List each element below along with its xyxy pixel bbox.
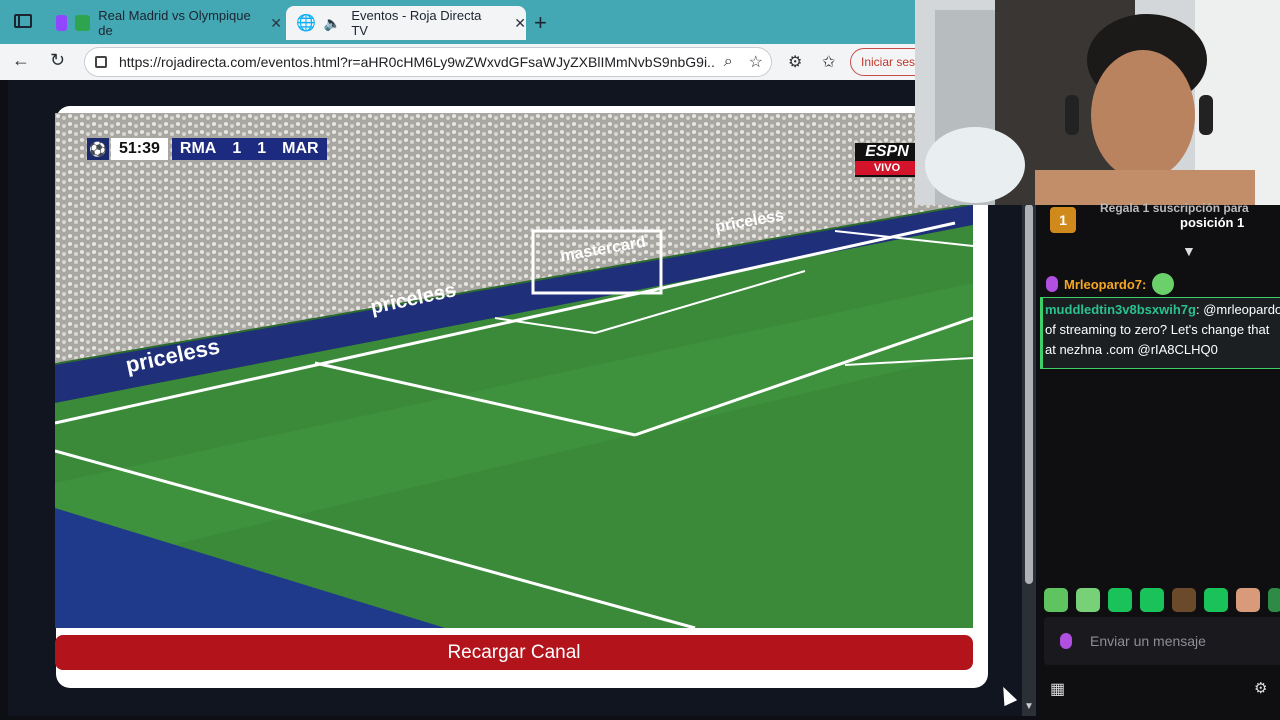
broadcaster-logo: ESPN VIVO bbox=[855, 143, 919, 177]
chat-message-line: of streaming to zero? Let's change that bbox=[1045, 322, 1270, 337]
close-tab-icon[interactable]: ✕ bbox=[514, 15, 526, 32]
tab-title: Real Madrid vs Olympique de bbox=[98, 8, 251, 38]
streamer-webcam-image bbox=[915, 0, 1280, 205]
browser-nav-bar: ← ↻ https://rojadirecta.com/eventos.html… bbox=[0, 44, 930, 80]
microphone-badge-icon bbox=[1046, 276, 1058, 292]
checkmark-favicon-icon bbox=[75, 15, 91, 31]
highlighted-chat-message: muddledtin3v8bsxwih7g: @mrleopardo of st… bbox=[1040, 297, 1280, 369]
lock-icon bbox=[95, 56, 107, 68]
football-pitch-frame bbox=[55, 113, 973, 628]
chat-message-line: at nezhna .com @rIA8CLHQ0 bbox=[1045, 342, 1218, 357]
creature-emote-icon[interactable] bbox=[1172, 588, 1196, 612]
twitch-favicon-icon bbox=[56, 15, 68, 31]
scrollbar-thumb[interactable] bbox=[1025, 204, 1033, 584]
face-emote-icon[interactable] bbox=[1236, 588, 1260, 612]
away-team: MAR bbox=[282, 140, 319, 157]
chat-username[interactable]: muddledtin3v8bsxwih7g bbox=[1045, 302, 1196, 317]
store-icon[interactable]: ▦ bbox=[1050, 679, 1065, 699]
tab-actions-icon[interactable] bbox=[14, 14, 32, 28]
pinned-gift-banner: 1 Regala 1 suscripción para posición 1 ▼ bbox=[1040, 201, 1280, 265]
espn-logo-text: ESPN bbox=[865, 143, 909, 160]
pinned-line-1: Regala 1 suscripción para bbox=[1100, 201, 1249, 215]
close-tab-icon[interactable]: ✕ bbox=[270, 15, 282, 32]
match-clock: 51:39 bbox=[111, 138, 168, 160]
audio-icon[interactable]: 🔈 bbox=[324, 15, 341, 32]
reload-channel-button[interactable]: Recargar Canal bbox=[55, 635, 973, 670]
emote-bar bbox=[1044, 588, 1280, 612]
page-scrollbar[interactable]: ▼ bbox=[1022, 200, 1036, 716]
champions-league-icon: ⚽ bbox=[87, 138, 109, 160]
live-badge: VIVO bbox=[855, 161, 919, 175]
scoreboard: ⚽ 51:39 RMA 1 1 MAR bbox=[87, 138, 327, 160]
tab-eventos[interactable]: 🌐 🔈 Eventos - Roja Directa TV ✕ bbox=[286, 6, 526, 40]
tab-title: Eventos - Roja Directa TV bbox=[351, 8, 482, 38]
scroll-down-icon[interactable]: ▼ bbox=[1024, 701, 1034, 712]
browser-tab-bar: Real Madrid vs Olympique de ✕ 🌐 🔈 Evento… bbox=[0, 0, 915, 44]
pinned-line-2: posición 1 bbox=[1180, 215, 1245, 230]
microphone-icon[interactable] bbox=[1060, 633, 1072, 649]
chat-panel: 1 Regala 1 suscripción para posición 1 ▼… bbox=[1040, 201, 1280, 720]
collapse-icon[interactable]: ▼ bbox=[1182, 243, 1196, 259]
frog-emote-icon[interactable] bbox=[1044, 588, 1068, 612]
chat-bubble-emote-icon[interactable] bbox=[1140, 588, 1164, 612]
chat-input-placeholder: Enviar un mensaje bbox=[1090, 633, 1206, 649]
chat-message-line: muddledtin3v8bsxwih7g: @mrleopardo bbox=[1045, 302, 1280, 317]
screen: Real Madrid vs Olympique de ✕ 🌐 🔈 Evento… bbox=[0, 0, 1280, 720]
mail-emote-icon[interactable] bbox=[1268, 588, 1280, 612]
team-scores: RMA 1 1 MAR bbox=[171, 138, 327, 160]
rank-badge: 1 bbox=[1050, 207, 1076, 233]
chat-bubble-emote-icon[interactable] bbox=[1108, 588, 1132, 612]
tab-real-madrid[interactable]: Real Madrid vs Olympique de ✕ bbox=[46, 6, 282, 40]
home-score: 1 bbox=[232, 140, 242, 157]
address-bar[interactable]: https://rojadirecta.com/eventos.html?r=a… bbox=[84, 47, 772, 77]
extensions-icon[interactable]: ⚙ bbox=[788, 52, 802, 72]
chat-username[interactable]: Mrleopardo7: bbox=[1064, 277, 1146, 292]
back-arrow-icon[interactable]: ← bbox=[12, 50, 30, 71]
favorite-star-icon[interactable]: ☆ bbox=[749, 52, 763, 72]
video-player[interactable]: priceless priceless priceless mastercard… bbox=[55, 113, 973, 628]
chat-message: Mrleopardo7: bbox=[1046, 273, 1175, 295]
globe-icon: 🌐 bbox=[296, 15, 316, 32]
webcam-overlay bbox=[915, 0, 1280, 205]
zoom-icon[interactable]: ⌕ bbox=[724, 53, 733, 71]
chat-bubble-emote-icon[interactable] bbox=[1204, 588, 1228, 612]
url-text: https://rojadirecta.com/eventos.html?r=a… bbox=[119, 54, 716, 70]
home-team: RMA bbox=[179, 140, 217, 157]
frog-emote-icon[interactable] bbox=[1076, 588, 1100, 612]
frog-emote-icon bbox=[1152, 273, 1175, 295]
favorites-icon[interactable]: ✩ bbox=[822, 52, 835, 72]
new-tab-icon[interactable]: + bbox=[534, 10, 547, 36]
reload-icon[interactable]: ↻ bbox=[50, 50, 65, 71]
away-score: 1 bbox=[257, 140, 267, 157]
chat-input[interactable]: Enviar un mensaje bbox=[1044, 617, 1280, 665]
chat-text: : @mrleopardo bbox=[1195, 302, 1280, 317]
chat-footer: ▦ ⚙ bbox=[1040, 675, 1280, 705]
gear-icon[interactable]: ⚙ bbox=[1254, 679, 1267, 697]
